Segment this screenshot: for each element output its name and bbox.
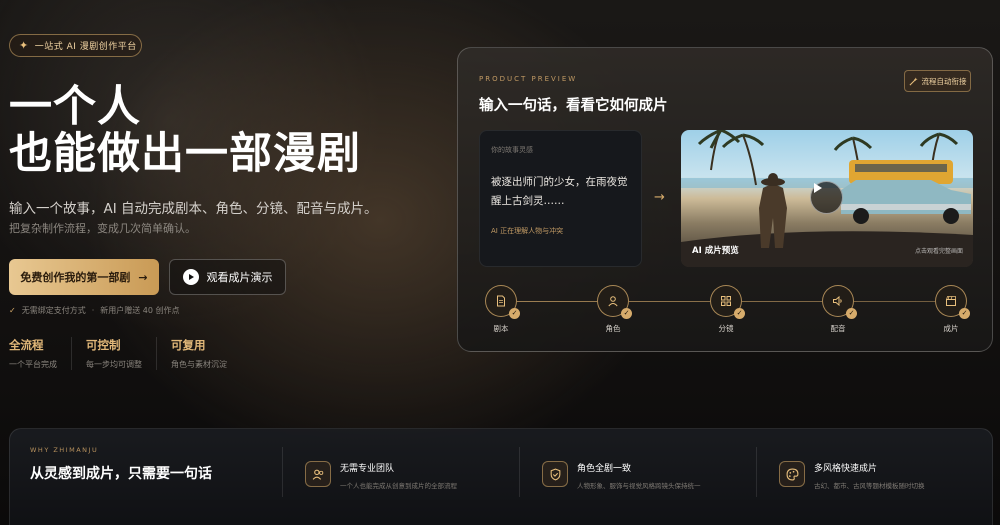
stat-label: 全流程	[9, 338, 44, 352]
check-icon: ✓	[734, 308, 745, 319]
signup-note-item2: 新用户赠送 40 创作点	[100, 306, 180, 315]
feature-desc: 人物形象、服饰与视觉风格跨镜头保持统一	[577, 482, 701, 490]
step-storyboard[interactable]: ✓ 分镜	[704, 285, 748, 334]
check-icon: ✓	[9, 306, 16, 315]
check-icon: ✓	[846, 308, 857, 319]
feature-title: 角色全剧一致	[577, 464, 632, 474]
watch-demo-label: 观看成片演示	[206, 271, 273, 284]
why-title: 从灵感到成片，只需要一句话	[30, 466, 212, 482]
auto-flow-label: 流程自动衔接	[921, 76, 967, 86]
step-voice[interactable]: ✓ 配音	[816, 285, 860, 334]
why-eyebrow: WHY ZHIMANJU	[30, 446, 99, 454]
hero-title-line1: 一个人	[9, 82, 141, 132]
step-label: 配音	[830, 324, 846, 333]
stat-item: 全流程 一个平台完成	[9, 337, 72, 370]
palette-icon	[779, 461, 805, 487]
step-label: 剧本	[493, 324, 509, 333]
check-icon: ✓	[959, 308, 970, 319]
arrow-right-icon: →	[138, 270, 148, 284]
stat-item: 可控制 每一步均可调整	[86, 337, 157, 370]
start-creating-button[interactable]: 免费创作我的第一部剧 →	[9, 259, 159, 295]
watch-demo-button[interactable]: 观看成片演示	[169, 259, 286, 295]
step-label: 角色	[605, 324, 621, 333]
check-icon: ✓	[621, 308, 632, 319]
preview-title: 输入一句话，看看它如何成片	[479, 98, 668, 114]
signup-note-item1: 无需绑定支付方式	[21, 306, 86, 315]
hero-subtitle: 输入一个故事，AI 自动完成剧本、角色、分镜、配音与成片。	[9, 201, 378, 217]
hero-subtitle-secondary: 把复杂制作流程，变成几次简单确认。	[9, 222, 196, 235]
stat-desc: 角色与素材沉淀	[171, 360, 227, 369]
platform-badge-label: 一站式 AI 漫剧创作平台	[34, 42, 137, 52]
step-final-video[interactable]: ✓ 成片	[929, 285, 973, 334]
scene-hint: 点击观看完整画面	[914, 248, 963, 255]
play-icon	[182, 269, 199, 285]
step-character[interactable]: ✓ 角色	[591, 285, 635, 334]
separator-dot: ·	[91, 306, 95, 315]
play-video-button[interactable]	[810, 181, 843, 214]
document-icon	[497, 295, 505, 307]
play-icon	[814, 183, 822, 193]
stat-item: 可复用 角色与素材沉淀	[171, 337, 241, 370]
magic-wand-icon	[909, 76, 918, 85]
sparkle-icon: ✦	[19, 39, 29, 52]
why-section: WHY ZHIMANJU 从灵感到成片，只需要一句话 无需专业团队 一个人也能完…	[9, 428, 993, 525]
shield-check-icon	[542, 461, 568, 487]
feature-desc: 古幻、都市、古风等题材模板随时切换	[814, 482, 925, 490]
auto-flow-tag: 流程自动衔接	[904, 70, 971, 92]
feature-item: 无需专业团队 一个人也能完成从创意到成片的全部流程	[282, 447, 518, 497]
step-script[interactable]: ✓ 剧本	[479, 285, 523, 334]
hero-title: 一个人 也能做出一部漫剧	[9, 84, 361, 178]
video-preview[interactable]: AI 成片预览 点击观看完整画面	[681, 130, 973, 267]
check-icon: ✓	[509, 308, 520, 319]
start-creating-label: 免费创作我的第一部剧	[20, 271, 131, 284]
hero-stats: 全流程 一个平台完成 可控制 每一步均可调整 可复用 角色与素材沉淀	[9, 337, 255, 370]
scene-label: AI 成片预览	[692, 246, 739, 256]
feature-desc: 一个人也能完成从创意到成片的全部流程	[340, 482, 457, 490]
clapperboard-icon	[946, 296, 956, 306]
feature-title: 多风格快速成片	[814, 464, 878, 474]
step-label: 分镜	[718, 324, 734, 333]
stat-label: 可控制	[86, 338, 121, 352]
speaker-icon	[833, 295, 842, 307]
team-icon	[305, 461, 331, 487]
product-preview-panel: PRODUCT PREVIEW 输入一句话，看看它如何成片 流程自动衔接 你的故…	[457, 47, 993, 352]
stat-desc: 每一步均可调整	[86, 360, 142, 369]
feature-title: 无需专业团队	[340, 464, 395, 474]
workflow-steps: ✓ 剧本 ✓ 角色 ✓ 分镜 ✓ 配音 ✓ 成片	[479, 285, 973, 345]
stat-label: 可复用	[171, 338, 206, 352]
feature-item: 多风格快速成片 古幻、都市、古风等题材模板随时切换	[756, 447, 992, 497]
story-label: 你的故事灵感	[491, 146, 533, 154]
grid-icon	[721, 296, 731, 306]
hero-title-line2: 也能做出一部漫剧	[9, 129, 361, 179]
ai-status: AI 正在理解人物与冲突	[491, 227, 564, 235]
story-text: 被逐出师门的少女，在雨夜觉醒上古剑灵……	[491, 176, 628, 207]
user-icon	[608, 296, 618, 307]
arrow-right-icon: →	[654, 190, 665, 205]
story-input-card[interactable]: 你的故事灵感 被逐出师门的少女，在雨夜觉醒上古剑灵…… AI 正在理解人物与冲突	[479, 130, 642, 267]
step-label: 成片	[943, 324, 959, 333]
signup-note: ✓ 无需绑定支付方式 · 新用户赠送 40 创作点	[9, 305, 180, 316]
platform-badge: ✦ 一站式 AI 漫剧创作平台	[9, 34, 142, 57]
preview-eyebrow: PRODUCT PREVIEW	[479, 75, 578, 83]
feature-item: 角色全剧一致 人物形象、服饰与视觉风格跨镜头保持统一	[519, 447, 755, 497]
stat-desc: 一个平台完成	[9, 360, 57, 369]
